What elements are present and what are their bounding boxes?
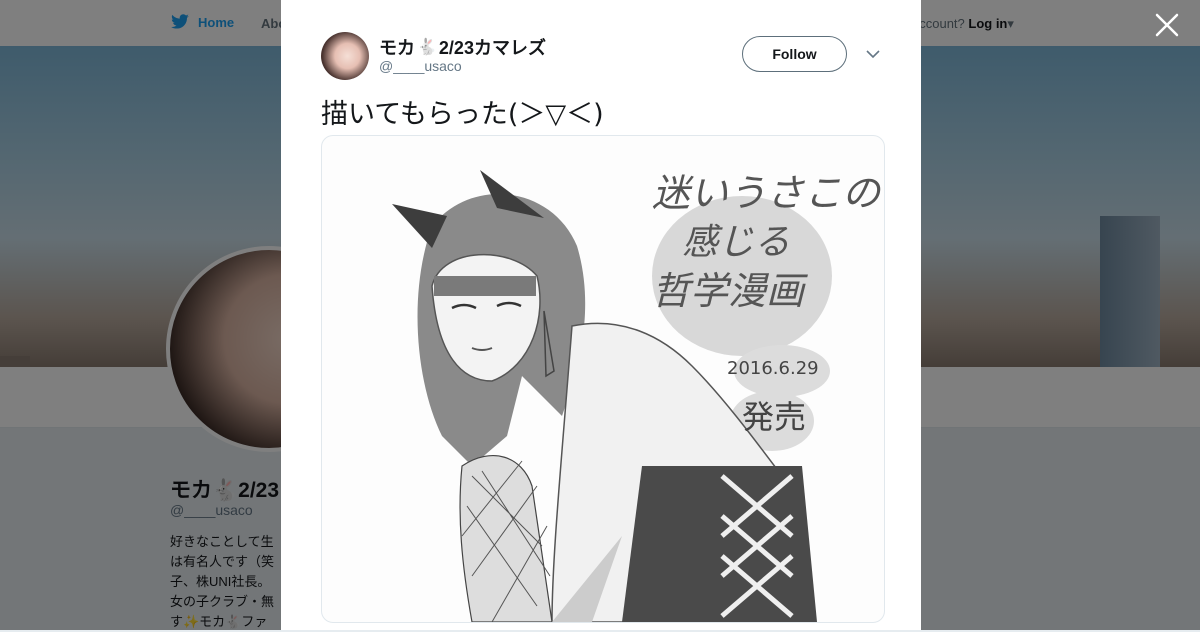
release-date: 2016.6.29	[727, 358, 819, 379]
follow-button[interactable]: Follow	[742, 36, 847, 72]
release-label: 発売	[742, 398, 806, 436]
title-line3: 哲学漫画	[652, 269, 808, 313]
author-name[interactable]: モカ 🐇 2/23カマレズ	[379, 34, 546, 60]
author-avatar[interactable]	[321, 32, 369, 80]
bangs	[434, 276, 536, 296]
chevron-down-icon[interactable]	[866, 49, 880, 59]
title-line1: 迷いうさこの	[652, 171, 882, 215]
author-name-text: モカ	[379, 38, 415, 58]
rabbit-emoji-icon: 🐇	[417, 39, 437, 56]
illustration: 迷いうさこの 感じる 哲学漫画 2016.6.29 発売	[392, 170, 882, 622]
author-handle[interactable]: @____usaco	[379, 58, 462, 74]
author-name-suffix: 2/23カマレズ	[438, 38, 546, 58]
tweet-text: 描いてもらった(＞▽＜)	[321, 99, 604, 130]
corset	[622, 466, 817, 622]
tweet-image[interactable]: 迷いうさこの 感じる 哲学漫画 2016.6.29 発売	[321, 135, 885, 623]
title-line2: 感じる	[682, 222, 790, 263]
close-icon[interactable]	[1154, 12, 1180, 38]
tweet-modal: モカ 🐇 2/23カマレズ @____usaco Follow 描いてもらった(…	[281, 0, 921, 630]
